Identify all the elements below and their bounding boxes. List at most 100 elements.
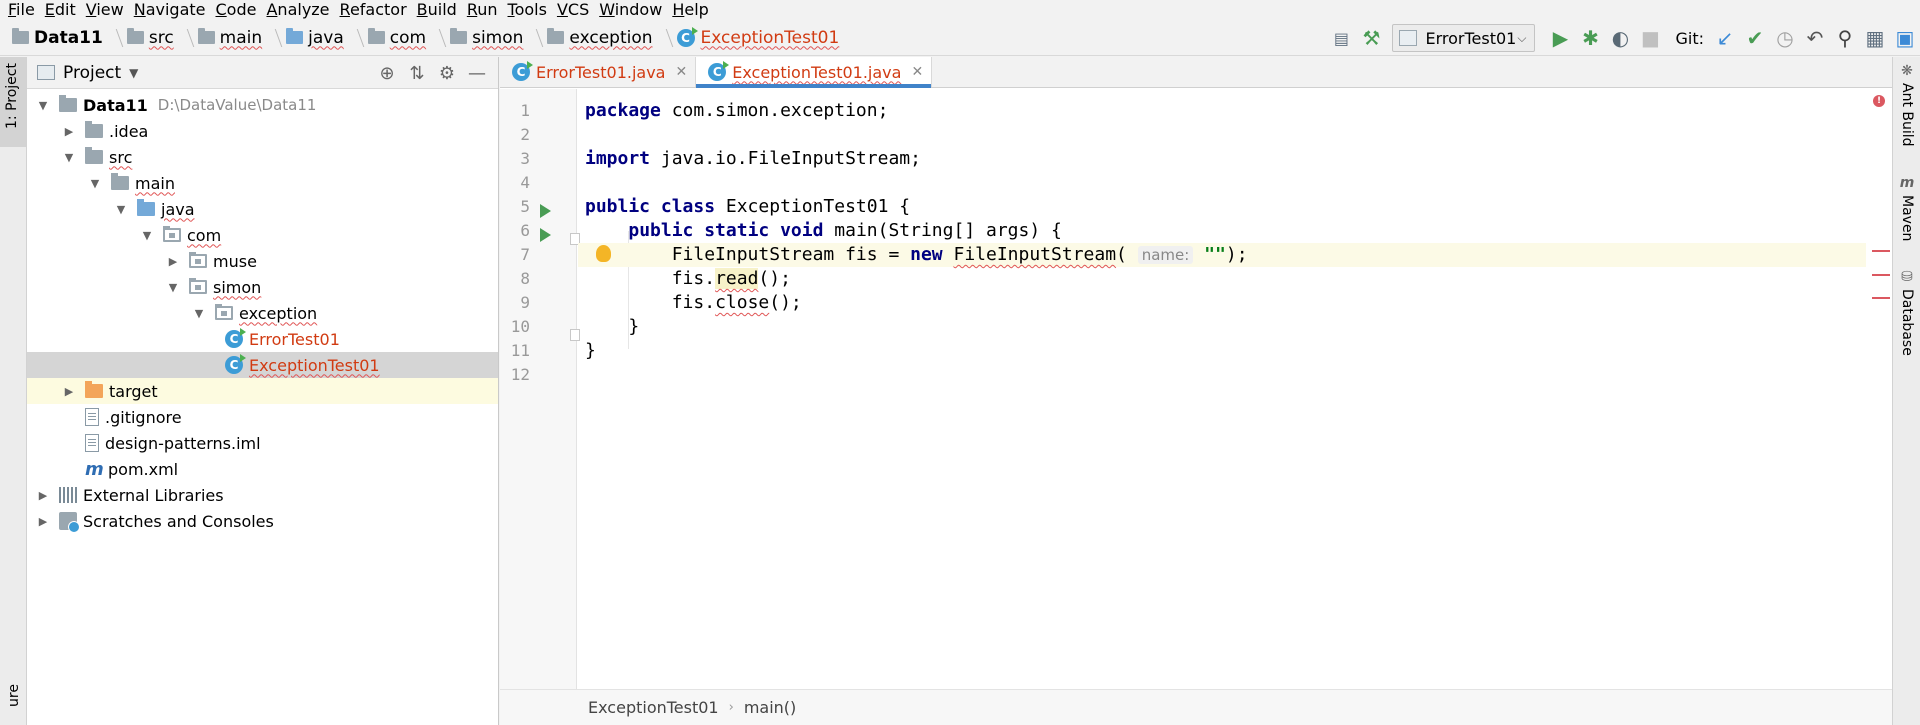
structure-tool-tab-label[interactable]: ure bbox=[6, 684, 22, 707]
breadcrumb-simon[interactable]: simon bbox=[450, 20, 547, 56]
run-configuration-icon[interactable]: ▤ bbox=[1326, 23, 1356, 53]
error-marker[interactable] bbox=[1872, 297, 1890, 299]
expand-arrow-icon[interactable] bbox=[165, 280, 181, 294]
error-marker[interactable] bbox=[1872, 250, 1890, 252]
menu-build[interactable]: Build bbox=[417, 0, 457, 19]
keyword: import bbox=[585, 148, 651, 169]
minimize-icon[interactable]: — bbox=[462, 63, 492, 84]
menu-view[interactable]: View bbox=[86, 0, 124, 19]
menu-navigate[interactable]: Navigate bbox=[134, 0, 206, 19]
tree-node-label: com bbox=[187, 225, 222, 245]
close-icon[interactable]: ✕ bbox=[675, 64, 687, 80]
tree-node-idea[interactable]: .idea bbox=[27, 118, 498, 144]
expand-arrow-icon[interactable] bbox=[35, 98, 51, 112]
expand-arrow-icon[interactable] bbox=[191, 306, 207, 320]
database-tool-tab[interactable]: ⛁ Database bbox=[1897, 269, 1917, 356]
gear-icon[interactable]: ⚙ bbox=[432, 63, 462, 84]
tree-node-main[interactable]: main bbox=[27, 170, 498, 196]
breadcrumb-java[interactable]: java bbox=[286, 20, 368, 56]
expand-arrow-icon[interactable] bbox=[165, 254, 181, 268]
git-rollback-icon[interactable]: ↶ bbox=[1800, 23, 1830, 53]
git-history-clock-icon[interactable]: ◷ bbox=[1770, 23, 1800, 53]
run-gutter-icon[interactable] bbox=[540, 228, 551, 242]
tree-node-exceptiontest01[interactable]: C ExceptionTest01 bbox=[27, 352, 498, 378]
project-panel-title[interactable]: Project bbox=[63, 63, 121, 83]
expand-arrow-icon[interactable] bbox=[35, 488, 51, 502]
right-tool-stripe: ❋ Ant Build m Maven ⛁ Database bbox=[1892, 57, 1920, 725]
chevron-down-icon[interactable]: ▼ bbox=[129, 66, 138, 80]
run-gutter-icon[interactable] bbox=[540, 204, 551, 218]
search-icon[interactable]: ⚲ bbox=[1830, 23, 1860, 53]
menu-vcs[interactable]: VCS bbox=[557, 0, 589, 19]
menu-tools[interactable]: Tools bbox=[508, 0, 547, 19]
tree-node-label: muse bbox=[213, 251, 257, 271]
tree-node-simon[interactable]: simon bbox=[27, 274, 498, 300]
tree-node-label: Data11 bbox=[83, 95, 148, 115]
debug-bug-icon[interactable]: ✱ bbox=[1575, 23, 1605, 53]
project-structure-icon[interactable]: ▦ bbox=[1860, 23, 1890, 53]
tree-node-root[interactable]: Data11 D:\DataValue\Data11 bbox=[27, 92, 498, 118]
folder-icon bbox=[85, 121, 103, 138]
code-editor[interactable]: package com.simon.exception; import java… bbox=[578, 89, 1866, 689]
breadcrumb-exception[interactable]: exception bbox=[547, 20, 676, 56]
run-config-selector[interactable]: ErrorTest01 ⌵ bbox=[1392, 24, 1536, 52]
expand-arrow-icon[interactable] bbox=[113, 202, 129, 216]
menu-refactor[interactable]: Refactor bbox=[340, 0, 407, 19]
expand-arrow-icon[interactable] bbox=[61, 124, 77, 138]
expand-arrow-icon[interactable] bbox=[61, 384, 77, 398]
breadcrumb-src[interactable]: src bbox=[126, 20, 198, 56]
editor-breadcrumb-class[interactable]: ExceptionTest01 bbox=[588, 698, 719, 717]
tree-node-com[interactable]: com bbox=[27, 222, 498, 248]
tree-node-muse[interactable]: muse bbox=[27, 248, 498, 274]
tab-errortest01[interactable]: C ErrorTest01.java ✕ bbox=[500, 57, 697, 87]
menu-run[interactable]: Run bbox=[467, 0, 498, 19]
tree-node-iml[interactable]: design-patterns.iml bbox=[27, 430, 498, 456]
expand-arrow-icon[interactable] bbox=[35, 514, 51, 528]
tab-exceptiontest01[interactable]: C ExceptionTest01.java ✕ bbox=[696, 57, 933, 88]
collapse-all-icon[interactable]: ⇅ bbox=[402, 63, 432, 84]
close-icon[interactable]: ✕ bbox=[911, 64, 923, 80]
lightbulb-icon[interactable] bbox=[596, 245, 611, 262]
tree-node-src[interactable]: src bbox=[27, 144, 498, 170]
coverage-icon[interactable]: ◐ bbox=[1605, 23, 1635, 53]
breadcrumb-file[interactable]: C ExceptionTest01 bbox=[676, 20, 839, 56]
tree-node-exception[interactable]: exception bbox=[27, 300, 498, 326]
database-icon: ⛁ bbox=[1901, 269, 1913, 285]
git-commit-check-icon[interactable]: ✔ bbox=[1740, 23, 1770, 53]
tree-node-pom[interactable]: m pom.xml bbox=[27, 456, 498, 482]
menu-code[interactable]: Code bbox=[216, 0, 257, 19]
maven-tool-tab[interactable]: m Maven bbox=[1897, 175, 1917, 241]
run-icon[interactable]: ▶ bbox=[1545, 23, 1575, 53]
breadcrumb-project[interactable]: Data11 bbox=[12, 20, 127, 56]
locate-target-icon[interactable]: ⊕ bbox=[372, 63, 402, 84]
text-file-icon bbox=[85, 408, 99, 426]
tree-node-scratches[interactable]: Scratches and Consoles bbox=[27, 508, 498, 534]
expand-arrow-icon[interactable] bbox=[139, 228, 155, 242]
git-update-icon[interactable]: ↙ bbox=[1710, 23, 1740, 53]
code-line-11: } bbox=[578, 339, 1866, 363]
tree-node-gitignore[interactable]: .gitignore bbox=[27, 404, 498, 430]
tree-node-target[interactable]: target bbox=[27, 378, 498, 404]
code-line-6: public static void main(String[] args) { bbox=[578, 219, 1866, 243]
breadcrumb-main[interactable]: main bbox=[197, 20, 286, 56]
error-indicator-icon[interactable]: ! bbox=[1873, 95, 1885, 107]
menu-edit[interactable]: Edit bbox=[45, 0, 76, 19]
tree-node-external-libraries[interactable]: External Libraries bbox=[27, 482, 498, 508]
breadcrumb-com[interactable]: com bbox=[367, 20, 450, 56]
translate-icon[interactable]: ▣ bbox=[1890, 23, 1920, 53]
tree-node-errortest01[interactable]: C ErrorTest01 bbox=[27, 326, 498, 352]
error-marker[interactable] bbox=[1872, 274, 1890, 276]
build-hammer-icon[interactable]: ⚒ bbox=[1356, 23, 1386, 53]
project-tool-tab[interactable]: 1: Project bbox=[0, 57, 26, 147]
tree-node-java[interactable]: java bbox=[27, 196, 498, 222]
package-icon bbox=[189, 278, 207, 294]
ant-build-tool-tab[interactable]: ❋ Ant Build bbox=[1897, 63, 1917, 147]
menu-analyze[interactable]: Analyze bbox=[266, 0, 329, 19]
expand-arrow-icon[interactable] bbox=[87, 176, 103, 190]
menu-file[interactable]: File bbox=[8, 0, 35, 19]
expand-arrow-icon[interactable] bbox=[61, 150, 77, 164]
menu-help[interactable]: Help bbox=[672, 0, 708, 19]
stop-icon[interactable]: ■ bbox=[1635, 23, 1665, 53]
menu-window[interactable]: Window bbox=[599, 0, 662, 19]
editor-breadcrumb-method[interactable]: main() bbox=[744, 698, 796, 717]
